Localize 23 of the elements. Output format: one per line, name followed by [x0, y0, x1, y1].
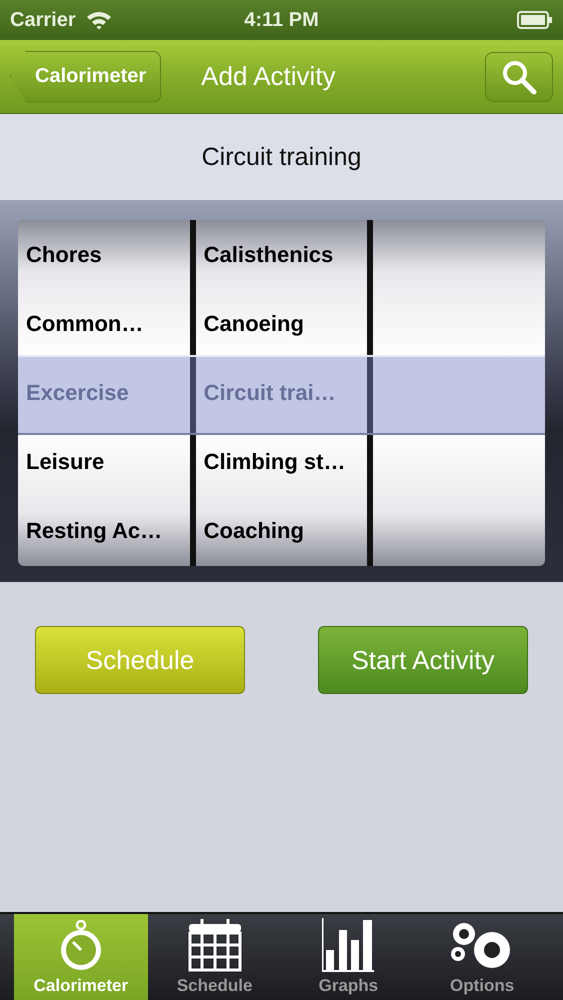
tab[interactable]: Schedule: [148, 914, 282, 1000]
tab[interactable]: Options: [415, 914, 549, 1000]
wifi-icon: [86, 10, 112, 30]
status-time: 4:11 PM: [244, 8, 319, 32]
calendar-icon: [188, 918, 242, 972]
picker-item[interactable]: Calisthenics: [204, 242, 334, 268]
search-button[interactable]: [485, 52, 553, 102]
picker-item[interactable]: Climbing st…: [204, 449, 346, 476]
bar-chart-icon: [321, 918, 376, 972]
tab[interactable]: Graphs: [282, 914, 416, 1000]
picker-item[interactable]: Canoeing: [204, 310, 304, 337]
nav-title: Add Activity: [201, 61, 336, 92]
picker-item[interactable]: Leisure: [26, 449, 104, 476]
picker-item[interactable]: Coaching: [204, 518, 304, 544]
battery-icon: [517, 11, 553, 29]
activity-picker[interactable]: Chores Common… Excercise Leisure Resting Ac… Calisthenics Canoeing Circuit trai… Climbing st… Coaching: [0, 202, 563, 582]
picker-item[interactable]: Chores: [26, 242, 102, 268]
stopwatch-icon: [58, 920, 103, 972]
picker-item[interactable]: Common…: [26, 310, 144, 337]
selected-activity: Circuit training: [202, 142, 362, 172]
search-icon: [501, 58, 537, 94]
carrier-label: Carrier: [10, 8, 76, 32]
picker-item[interactable]: Resting Ac…: [26, 518, 162, 544]
